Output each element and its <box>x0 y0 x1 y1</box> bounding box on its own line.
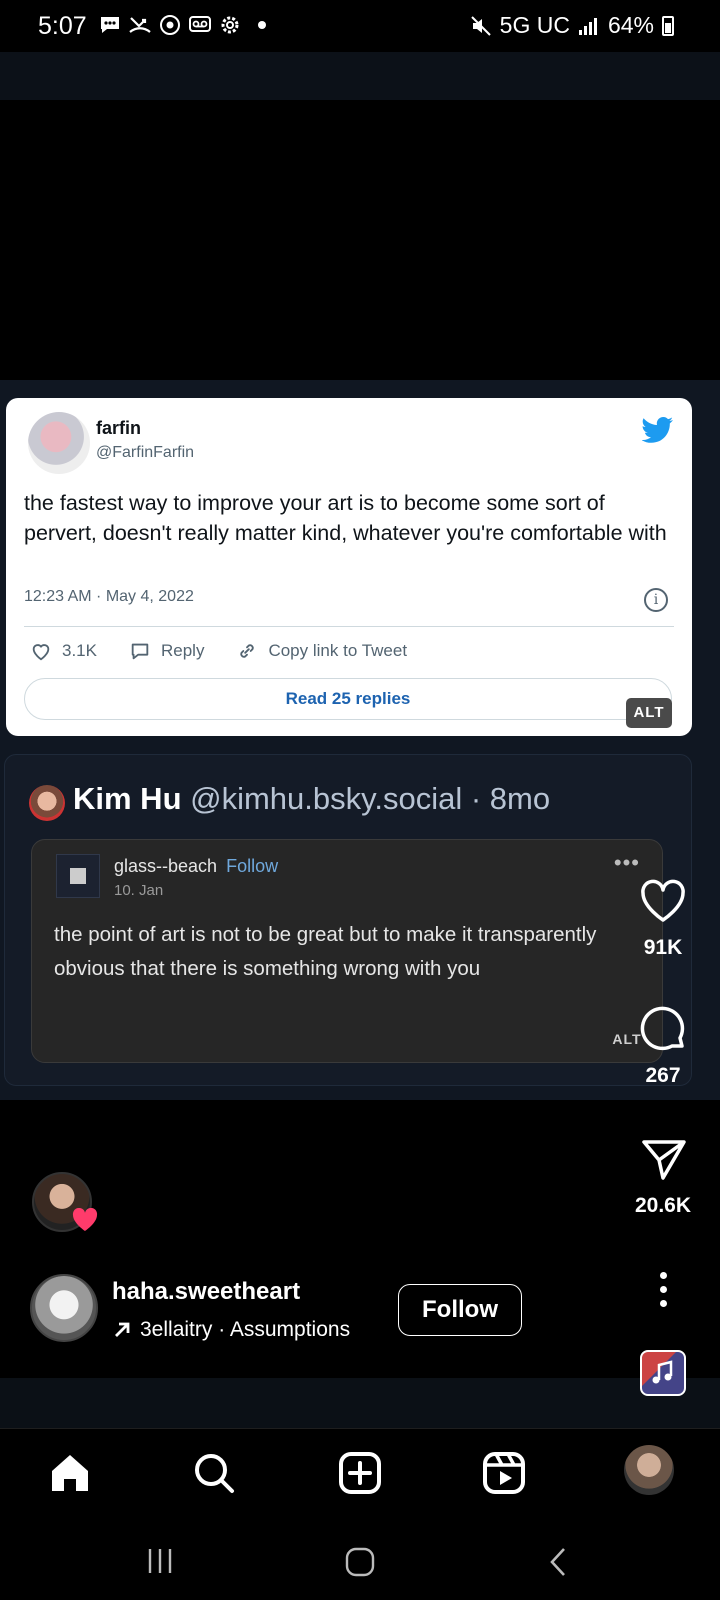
reply-icon <box>131 643 149 660</box>
bsky-avatar <box>29 785 65 821</box>
black-spacer <box>0 100 720 380</box>
audio-track-label: 3ellaitry · Assumptions <box>140 1318 351 1341</box>
network-label: 5G UC <box>499 12 570 38</box>
tweet-avatar <box>28 412 90 474</box>
tweet-actions: 3.1K Reply Copy link to Tweet <box>30 640 439 662</box>
tweet-copy-link-button[interactable]: Copy link to Tweet <box>236 640 407 662</box>
embedded-date: 10. Jan <box>114 882 164 899</box>
follow-button[interactable]: Follow <box>398 1284 522 1336</box>
tweet-timestamp: 12:23 AM · May 4, 2022 <box>24 588 194 605</box>
comment-icon <box>640 1006 685 1051</box>
divider <box>24 626 674 627</box>
lower-spacer <box>0 1100 720 1378</box>
embedded-follow-link[interactable]: Follow <box>226 856 278 876</box>
comment-count: 267 <box>645 1064 681 1087</box>
share-count: 20.6K <box>634 1194 692 1217</box>
username[interactable]: haha.sweetheart <box>112 1278 300 1306</box>
user-avatar[interactable] <box>30 1274 98 1342</box>
signal-icon <box>578 17 597 35</box>
like-count: 91K <box>643 936 683 959</box>
notification-icons <box>98 14 266 36</box>
embedded-author-name: glass--beach <box>114 856 218 876</box>
reels-icon <box>483 1452 525 1494</box>
header-band <box>0 52 720 100</box>
arrow-up-right-icon <box>115 1322 130 1337</box>
status-right: 5G UC 64% <box>470 12 674 39</box>
create-icon <box>339 1452 381 1494</box>
search-icon <box>195 1454 234 1493</box>
system-nav <box>0 1528 720 1600</box>
embedded-text: the point of art is not to be great but … <box>54 923 597 980</box>
more-options-icon[interactable] <box>660 1272 668 1314</box>
embedded-avatar <box>56 854 100 898</box>
tweet-copy-link-label: Copy link to Tweet <box>268 641 408 660</box>
tweet-author-handle: @FarfinFarfin <box>96 444 195 461</box>
audio-track[interactable]: 3ellaitry · Assumptions <box>112 1318 350 1342</box>
status-time: 5:07 <box>38 12 87 40</box>
tweet-text: the fastest way to improve your art is t… <box>24 491 667 545</box>
home-icon <box>52 1455 88 1491</box>
bsky-handle-time: @kimhu.bsky.social · 8mo <box>190 781 551 816</box>
nav-profile-avatar[interactable] <box>624 1445 674 1495</box>
info-icon[interactable]: i <box>644 588 668 612</box>
bottom-nav <box>0 1428 720 1528</box>
rail-like[interactable]: 91K <box>620 874 706 960</box>
send-icon <box>642 1140 686 1180</box>
music-note-icon <box>652 1360 673 1384</box>
tweet-card: farfin @FarfinFarfin the fastest way to … <box>6 398 692 736</box>
embedded-post: glass--beach Follow 10. Jan ••• the poin… <box>31 839 663 1063</box>
missed-call-icon <box>129 17 151 33</box>
battery-icon <box>662 15 674 36</box>
tweet-like-count: 3.1K <box>62 641 97 660</box>
read-replies-button[interactable]: Read 25 replies <box>24 678 672 720</box>
embedded-author: glass--beach Follow <box>114 856 278 877</box>
music-thumbnail[interactable] <box>640 1350 686 1396</box>
heart-outline-icon <box>32 644 50 661</box>
battery-percent: 64% <box>607 12 654 38</box>
nav-reels[interactable] <box>480 1449 528 1497</box>
back-icon[interactable] <box>548 1546 570 1578</box>
tweet-author-name: farfin <box>96 418 141 438</box>
link-icon <box>240 644 255 658</box>
settings-icon <box>221 16 239 34</box>
nav-search[interactable] <box>190 1449 238 1497</box>
app-notification-icon <box>160 15 180 35</box>
tweet-reply-button[interactable]: Reply <box>129 640 204 662</box>
more-dots-icon[interactable]: ••• <box>614 850 640 876</box>
twitter-bird-icon <box>642 417 673 443</box>
rail-share[interactable]: 20.6K <box>620 1132 706 1218</box>
recents-icon[interactable] <box>146 1546 176 1576</box>
home-button-icon[interactable] <box>344 1546 376 1578</box>
bsky-header: Kim Hu @kimhu.bsky.social · 8mo <box>73 781 550 817</box>
heart-icon <box>641 879 685 922</box>
mute-icon <box>470 15 491 36</box>
alt-badge[interactable]: ALT <box>626 698 672 728</box>
voicemail-icon <box>189 16 211 32</box>
status-bar: 5:07 5G UC 64% <box>0 0 720 52</box>
nav-home[interactable] <box>46 1449 94 1497</box>
rail-comment[interactable]: 267 <box>620 1002 706 1088</box>
tweet-like-button[interactable]: 3.1K <box>30 640 97 662</box>
chat-bubble-icon <box>101 17 119 33</box>
bsky-author-name: Kim Hu <box>73 781 182 816</box>
tweet-reply-label: Reply <box>160 641 205 660</box>
heart-badge-icon <box>72 1208 98 1231</box>
lower-band <box>0 1378 720 1428</box>
bsky-post-card: Kim Hu @kimhu.bsky.social · 8mo glass--b… <box>4 754 692 1086</box>
nav-create[interactable] <box>336 1449 384 1497</box>
more-notifications-dot <box>258 21 266 29</box>
